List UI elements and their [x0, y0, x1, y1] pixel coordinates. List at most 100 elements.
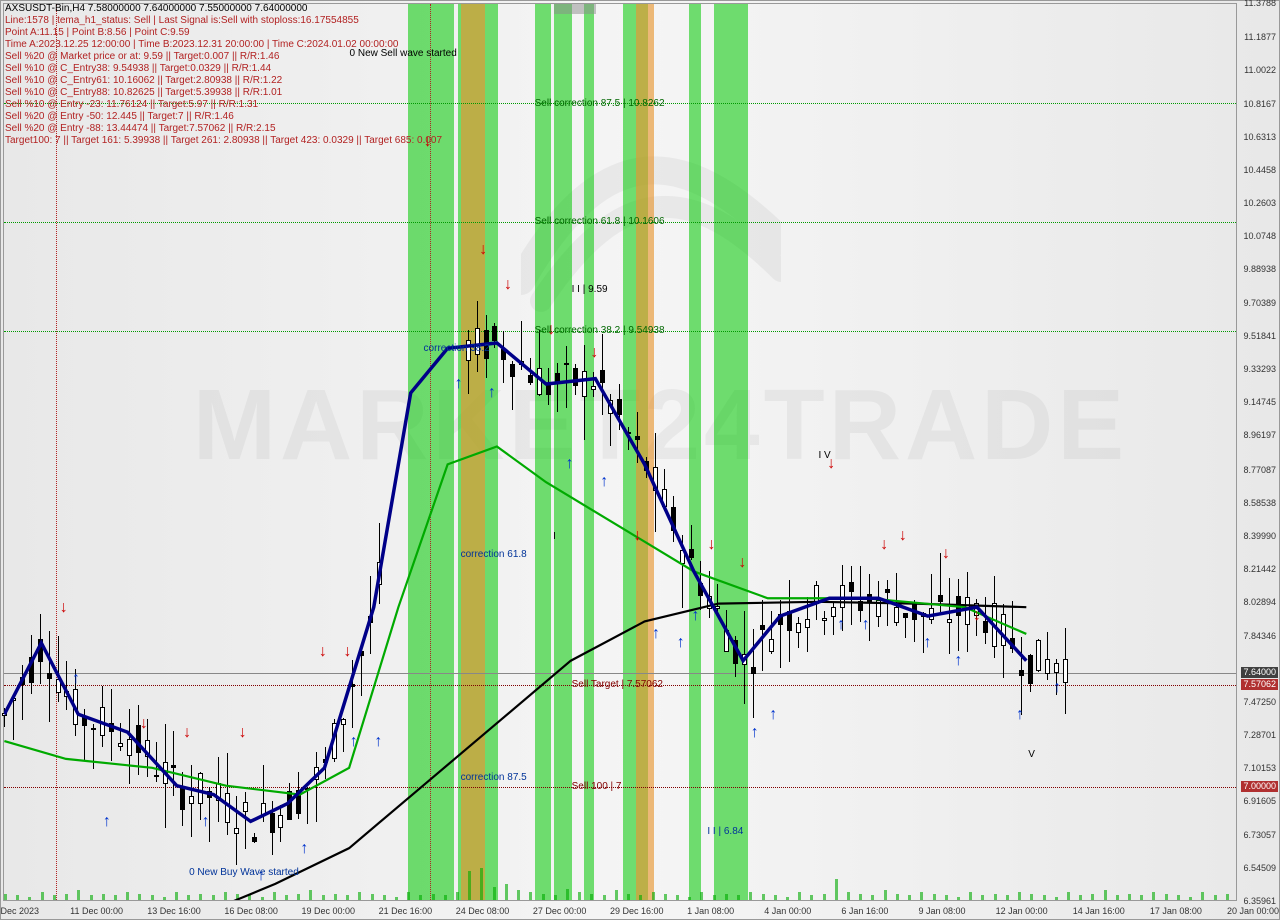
price-tick: 10.6313: [1243, 133, 1276, 142]
volume-bar: [1055, 897, 1058, 900]
volume-bar: [4, 894, 7, 900]
info-line: Line:1578 | tema_h1_status: Sell | Last …: [5, 15, 442, 27]
arrow-down-icon: ↓: [60, 601, 68, 615]
time-tick: 27 Dec 00:00: [533, 906, 587, 916]
price-tick: 10.0748: [1243, 232, 1276, 241]
chart-annotation: correction 61.8: [461, 549, 527, 560]
info-line: Sell %20 @ Entry -88: 13.44474 || Target…: [5, 123, 442, 135]
volume-bar: [65, 894, 68, 900]
volume-bar: [1214, 895, 1217, 900]
chart-annotation: Sell 100 | 7: [572, 781, 622, 792]
volume-bar: [90, 895, 93, 900]
arrow-up-icon: ↑: [488, 386, 496, 400]
time-tick: 8 Dec 2023: [0, 906, 39, 916]
volume-bar: [456, 892, 459, 900]
arrow-up-icon: ↑: [924, 636, 932, 650]
volume-bar: [1189, 897, 1192, 900]
volume-bar: [444, 895, 447, 900]
price-badge: 7.00000: [1241, 781, 1278, 792]
arrow-up-icon: ↑: [72, 672, 80, 686]
time-tick: 1 Jan 08:00: [687, 906, 734, 916]
volume-bar: [957, 897, 960, 900]
arrow-up-icon: ↑: [692, 609, 700, 623]
volume-bar: [603, 895, 606, 900]
volume-bar: [774, 895, 777, 900]
volume-bar: [41, 892, 44, 900]
volume-bar: [627, 894, 630, 900]
chart-container: MARKET24TRADE ↑↑↑↑↑↑↑↑↑↑↑↑↑↑↑↑↑↑↑↑↑↑↓↓↓↓…: [0, 0, 1280, 920]
chart-annotation: Sell correction 38.2 | 9.54938: [535, 325, 665, 336]
volume-bar: [1091, 894, 1094, 900]
volume-bar: [1079, 895, 1082, 900]
info-line: Sell %20 @ Market price or at: 9.59 || T…: [5, 51, 442, 63]
volume-bar: [175, 892, 178, 900]
volume-bar: [1018, 892, 1021, 900]
time-tick: 13 Dec 16:00: [147, 906, 201, 916]
volume-bar: [871, 895, 874, 900]
volume-bar: [737, 895, 740, 900]
arrow-down-icon: ↓: [634, 529, 642, 543]
volume-bar: [1226, 894, 1229, 900]
volume-bar: [334, 894, 337, 900]
volume-bar: [273, 892, 276, 900]
volume-bar: [652, 892, 655, 900]
volume-bar: [700, 892, 703, 900]
arrow-down-icon: ↓: [183, 726, 191, 740]
volume-bar: [285, 895, 288, 900]
arrow-up-icon: ↑: [103, 815, 111, 829]
volume-bar: [1201, 892, 1204, 900]
volume-bar: [1177, 895, 1180, 900]
volume-bar: [798, 892, 801, 900]
volume-bar: [969, 892, 972, 900]
arrow-down-icon: ↓: [738, 556, 746, 570]
volume-bar: [102, 894, 105, 900]
chart-annotation: correction 87.5: [461, 772, 527, 783]
time-tick: 24 Dec 08:00: [456, 906, 510, 916]
info-line: Point A:11.15 | Point B:8.56 | Point C:9…: [5, 27, 442, 39]
volume-bar: [896, 894, 899, 900]
price-tick: 7.84346: [1243, 632, 1276, 641]
time-tick: 4 Jan 00:00: [764, 906, 811, 916]
price-tick: 9.51841: [1243, 332, 1276, 341]
time-tick: 20 Jan 00:00: [1227, 906, 1279, 916]
chart-annotation: Sell Target | 7.57062: [572, 679, 663, 690]
price-tick: 7.47250: [1243, 698, 1276, 707]
chart-annotation: correction 38.2: [424, 343, 490, 354]
chart-annotation: I I | 9.59: [572, 284, 608, 295]
arrow-up-icon: ↑: [769, 708, 777, 722]
info-line: Sell %10 @ C_Entry38: 9.54938 || Target:…: [5, 63, 442, 75]
price-tick: 10.2603: [1243, 199, 1276, 208]
arrow-down-icon: ↓: [239, 726, 247, 740]
time-tick: 19 Dec 00:00: [302, 906, 356, 916]
volume-bar: [371, 894, 374, 900]
price-tick: 11.0022: [1244, 66, 1276, 75]
volume-bar: [578, 892, 581, 900]
volume-bar: [920, 892, 923, 900]
volume-bar: [1006, 895, 1009, 900]
price-tick: 7.28701: [1243, 731, 1276, 740]
volume-bar: [1116, 895, 1119, 900]
chart-annotation: I I | 6.84: [707, 826, 743, 837]
volume-bar: [236, 894, 239, 900]
arrow-down-icon: ↓: [880, 538, 888, 552]
vertical-band: [636, 4, 655, 900]
time-tick: 14 Jan 16:00: [1073, 906, 1125, 916]
price-tick: 6.35961: [1243, 897, 1276, 906]
volume-bar: [407, 892, 410, 900]
time-axis: 8 Dec 202311 Dec 00:0013 Dec 16:0016 Dec…: [3, 903, 1237, 918]
time-tick: 29 Dec 16:00: [610, 906, 664, 916]
arrow-up-icon: ↑: [455, 377, 463, 391]
volume-bar: [823, 894, 826, 900]
price-tick: 8.02894: [1243, 598, 1276, 607]
price-tick: 6.73057: [1243, 831, 1276, 840]
price-tick: 8.21442: [1243, 565, 1276, 574]
price-tick: 9.14745: [1243, 398, 1276, 407]
volume-bar: [981, 895, 984, 900]
volume-bar: [542, 894, 545, 900]
volume-bar: [847, 892, 850, 900]
price-axis: 11.378811.187711.002210.816710.631310.44…: [1238, 3, 1278, 901]
horizontal-level-line: [4, 673, 1236, 674]
volume-bar: [419, 895, 422, 900]
volume-bar: [1067, 892, 1070, 900]
info-line: Target100: 7 || Target 161: 5.39938 || T…: [5, 135, 442, 147]
